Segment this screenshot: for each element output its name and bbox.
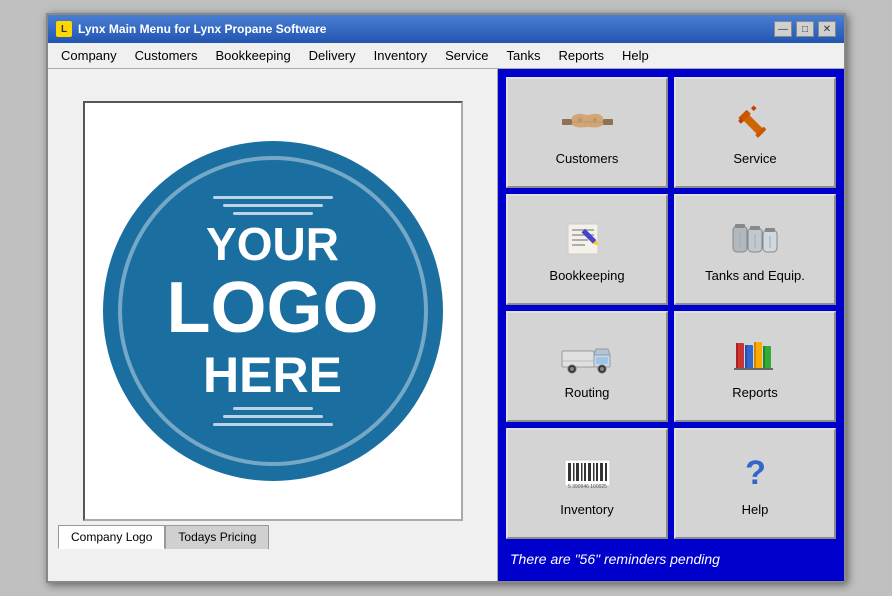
main-window: L Lynx Main Menu for Lynx Propane Softwa… [46, 13, 846, 583]
inventory-label: Inventory [560, 502, 613, 517]
menu-bar: CompanyCustomersBookkeepingDeliveryInven… [48, 43, 844, 69]
menu-item-customers[interactable]: Customers [126, 44, 207, 67]
menu-item-service[interactable]: Service [436, 44, 497, 67]
logo-line-3 [233, 212, 313, 215]
tab-company-logo[interactable]: Company Logo [58, 525, 165, 549]
menu-item-bookkeeping[interactable]: Bookkeeping [207, 44, 300, 67]
bookkeeping-icon [557, 217, 617, 262]
logo-circle: YOUR LOGO HERE [103, 141, 443, 481]
service-icon [725, 100, 785, 145]
routing-label: Routing [565, 385, 610, 400]
content-area: YOUR LOGO HERE Company Logo Todays Prici… [48, 69, 844, 581]
logo-lines-top [213, 196, 333, 215]
buttons-panel: Customers [498, 69, 844, 581]
logo-here: HERE [167, 348, 379, 403]
menu-item-inventory[interactable]: Inventory [365, 44, 436, 67]
customers-label: Customers [556, 151, 619, 166]
app-icon: L [56, 21, 72, 37]
menu-item-company[interactable]: Company [52, 44, 126, 67]
button-grid: Customers [506, 77, 836, 539]
logo-line-6 [213, 423, 333, 426]
minimize-button[interactable]: — [774, 21, 792, 37]
tab-todays-pricing[interactable]: Todays Pricing [165, 525, 269, 549]
logo-logo: LOGO [167, 269, 379, 348]
reports-label: Reports [732, 385, 778, 400]
reminders-text: There are "56" reminders pending [506, 545, 836, 573]
logo-panel: YOUR LOGO HERE Company Logo Todays Prici… [48, 69, 498, 581]
help-button[interactable]: ? Help [674, 428, 836, 539]
svg-text:5 390946 100025: 5 390946 100025 [568, 484, 607, 490]
close-button[interactable]: ✕ [818, 21, 836, 37]
help-label: Help [742, 502, 769, 517]
logo-line-5 [223, 415, 323, 418]
logo-lines-bottom [213, 407, 333, 426]
logo-container: YOUR LOGO HERE [83, 101, 463, 521]
tanks-button[interactable]: Tanks and Equip. [674, 194, 836, 305]
menu-item-tanks[interactable]: Tanks [497, 44, 549, 67]
reports-button[interactable]: Reports [674, 311, 836, 422]
menu-item-delivery[interactable]: Delivery [300, 44, 365, 67]
routing-button[interactable]: Routing [506, 311, 668, 422]
svg-text:?: ? [745, 454, 766, 492]
logo-line-2 [223, 204, 323, 207]
inventory-button[interactable]: 5 390946 100025 Inventory [506, 428, 668, 539]
title-bar-left: L Lynx Main Menu for Lynx Propane Softwa… [56, 21, 326, 37]
logo-text: YOUR LOGO HERE [167, 219, 379, 404]
title-controls: — □ ✕ [774, 21, 836, 37]
menu-item-help[interactable]: Help [613, 44, 658, 67]
tanks-icon [725, 217, 785, 262]
menu-item-reports[interactable]: Reports [549, 44, 613, 67]
logo-your: YOUR [167, 219, 379, 270]
tanks-label: Tanks and Equip. [705, 268, 805, 283]
routing-icon [557, 334, 617, 379]
logo-tabs: Company Logo Todays Pricing [58, 525, 269, 549]
service-label: Service [733, 151, 776, 166]
logo-line-1 [213, 196, 333, 199]
reports-icon [725, 334, 785, 379]
customers-button[interactable]: Customers [506, 77, 668, 188]
title-bar: L Lynx Main Menu for Lynx Propane Softwa… [48, 15, 844, 43]
logo-line-4 [233, 407, 313, 410]
inventory-icon: 5 390946 100025 [557, 451, 617, 496]
bookkeeping-label: Bookkeeping [549, 268, 624, 283]
help-icon: ? [725, 451, 785, 496]
customers-icon [557, 100, 617, 145]
window-title: Lynx Main Menu for Lynx Propane Software [78, 22, 326, 36]
service-button[interactable]: Service [674, 77, 836, 188]
bookkeeping-button[interactable]: Bookkeeping [506, 194, 668, 305]
maximize-button[interactable]: □ [796, 21, 814, 37]
